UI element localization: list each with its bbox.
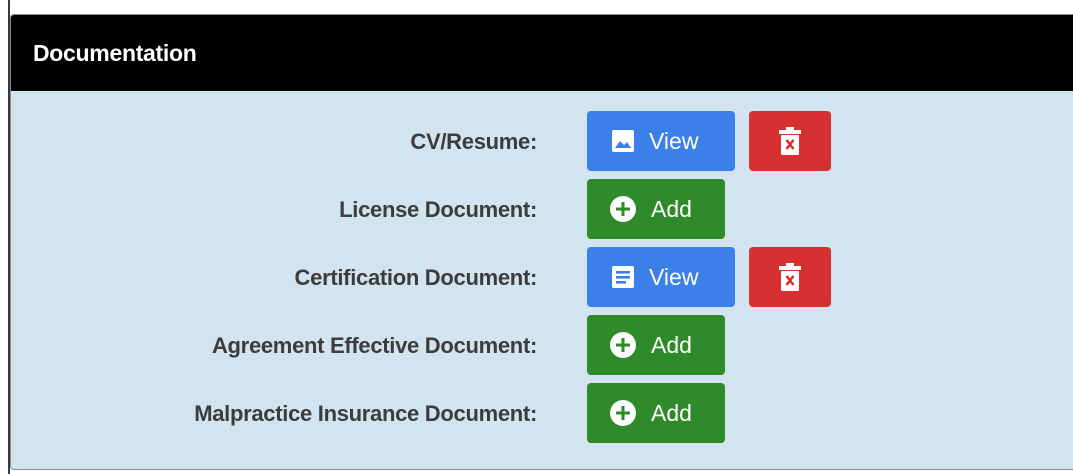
document-list: CV/Resume: View License Document: Add Ce… — [11, 111, 1073, 451]
plus-circle-icon — [609, 331, 637, 359]
document-label: CV/Resume: — [410, 129, 537, 154]
document-row-agreement-effective: Agreement Effective Document: Add — [11, 315, 1073, 383]
document-label: Malpractice Insurance Document: — [194, 401, 537, 426]
add-license-document-button[interactable]: Add — [587, 179, 725, 239]
view-button-label: View — [649, 127, 699, 154]
view-cv-resume-button[interactable]: View — [587, 111, 735, 171]
document-row-certification: Certification Document: View — [11, 247, 1073, 315]
plus-circle-icon — [609, 399, 637, 427]
add-malpractice-insurance-document-button[interactable]: Add — [587, 383, 725, 443]
document-label: License Document: — [339, 197, 537, 222]
panel-header: Documentation — [11, 15, 1073, 91]
document-label: Certification Document: — [294, 265, 538, 290]
document-row-cv-resume: CV/Resume: View — [11, 111, 1073, 179]
image-icon — [611, 129, 635, 153]
document-icon — [611, 265, 635, 289]
trash-icon — [779, 127, 801, 155]
view-certification-document-button[interactable]: View — [587, 247, 735, 307]
trash-icon — [779, 263, 801, 291]
add-button-label: Add — [651, 331, 692, 358]
delete-certification-document-button[interactable] — [749, 247, 831, 307]
document-label: Agreement Effective Document: — [211, 333, 537, 358]
panel-title: Documentation — [33, 39, 197, 66]
view-button-label: View — [649, 263, 699, 290]
delete-cv-resume-button[interactable] — [749, 111, 831, 171]
document-row-malpractice-insurance: Malpractice Insurance Document: Add — [11, 383, 1073, 451]
add-agreement-effective-document-button[interactable]: Add — [587, 315, 725, 375]
plus-circle-icon — [609, 195, 637, 223]
add-button-label: Add — [651, 195, 692, 222]
add-button-label: Add — [651, 399, 692, 426]
documentation-panel: Documentation CV/Resume: View License Do… — [10, 14, 1073, 470]
document-row-license: License Document: Add — [11, 179, 1073, 247]
